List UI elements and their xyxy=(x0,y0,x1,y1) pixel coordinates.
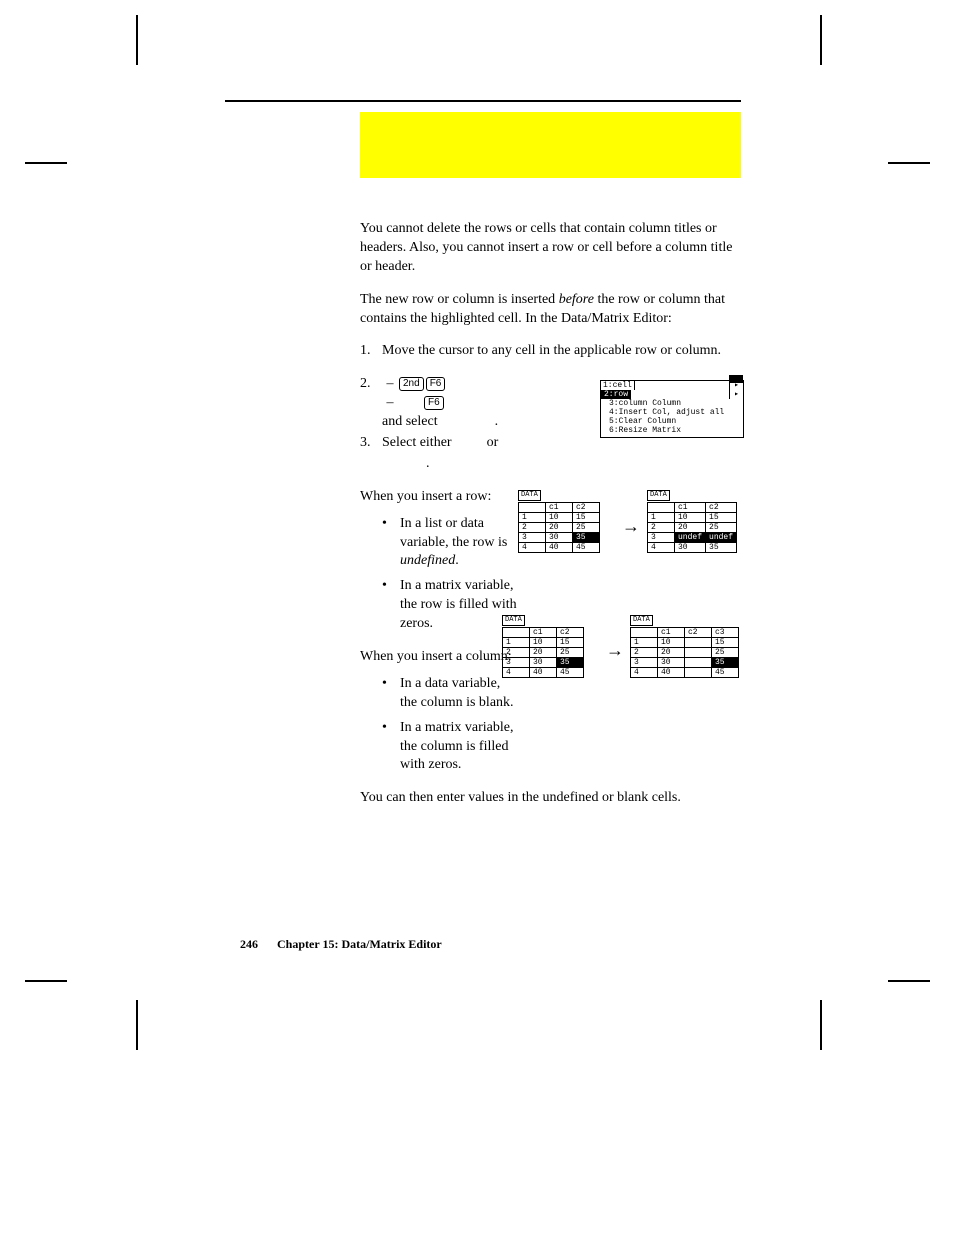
data-label: DATA xyxy=(647,490,670,501)
crop-mark xyxy=(136,15,138,65)
step-number: 3. xyxy=(360,434,382,453)
data-table: c1c2 11015 22025 3undefundef 43035 xyxy=(647,502,737,553)
key-f6: F6 xyxy=(424,396,444,410)
menu-item: 5:Clear Column xyxy=(601,417,743,426)
menu-item: 6:Resize Matrix xyxy=(601,426,743,435)
menu-item: 1:cell xyxy=(601,381,635,390)
period: . xyxy=(495,414,499,429)
data-label: DATA xyxy=(518,490,541,501)
bullet-col-zeros: • In a matrix variable, the column is fi… xyxy=(382,719,517,776)
data-table: c1c2c3 11015 22025 33035 44045 xyxy=(630,627,739,678)
page-footer: 246 Chapter 15: Data/Matrix Editor xyxy=(240,937,442,952)
bullet-icon: • xyxy=(382,675,400,713)
arrow-icon: → xyxy=(606,640,624,661)
insert-intro-a: The new row or column is inserted xyxy=(360,292,559,307)
arrow-icon: → xyxy=(622,516,640,537)
page-number: 246 xyxy=(240,937,258,951)
data-table: c1c2 11015 22025 33035 44045 xyxy=(518,502,600,553)
intro-note: You cannot delete the rows or cells that… xyxy=(360,220,742,277)
data-screenshot-after-row: DATA c1c2 11015 22025 3undefundef 43035 xyxy=(647,490,737,553)
bullet-row-undef: • In a list or data variable, the row is… xyxy=(382,515,532,572)
menu-item: 4:Insert Col, adjust all xyxy=(601,408,743,417)
step-text: Move the cursor to any cell in the appli… xyxy=(382,342,742,361)
insert-intro-em: before xyxy=(559,292,594,307)
bullet-icon: • xyxy=(382,515,400,572)
crop-mark xyxy=(888,162,930,164)
chapter-title: Chapter 15: Data/Matrix Editor xyxy=(277,937,442,951)
key-f6: F6 xyxy=(426,377,446,391)
menu-scroll-icon: ▸ xyxy=(729,390,743,399)
crop-mark xyxy=(25,162,67,164)
calc-corner-icon xyxy=(729,375,743,383)
insert-intro: The new row or column is inserted before… xyxy=(360,291,742,329)
dash: – xyxy=(382,394,398,413)
bullet-icon: • xyxy=(382,719,400,776)
row-b1-em: undefined xyxy=(400,553,455,568)
note-banner xyxy=(360,112,741,178)
row-b1-b: . xyxy=(455,553,459,568)
row-b1-a: In a list or data variable, the row is xyxy=(400,516,507,550)
calc-menu-illustration: 1:cell ▸ 2:row ▸ 3:column Column 4:Inser… xyxy=(600,380,744,438)
horizontal-rule xyxy=(225,100,741,102)
key-single: F6 xyxy=(398,394,445,413)
crop-mark xyxy=(820,1000,822,1050)
step-number: 1. xyxy=(360,342,382,361)
step3-end: . xyxy=(426,455,742,474)
key-2nd: 2nd xyxy=(399,377,424,391)
closing: You can then enter values in the undefin… xyxy=(360,789,742,808)
bullet-icon: • xyxy=(382,577,400,634)
crop-mark xyxy=(25,980,67,982)
data-label: DATA xyxy=(502,615,525,626)
bullet-text: In a data variable, the column is blank. xyxy=(400,675,517,713)
step3-period: . xyxy=(426,456,430,471)
step3-or: or xyxy=(487,435,499,450)
menu-item-selected: 2:row xyxy=(601,390,631,399)
menu-item: 3:column Column xyxy=(601,399,743,408)
and-select: and select xyxy=(382,414,438,429)
key-combo: 2ndF6 xyxy=(398,375,446,394)
bullet-text: In a matrix variable, the column is fill… xyxy=(400,719,517,776)
step-1: 1. Move the cursor to any cell in the ap… xyxy=(360,342,742,361)
bullet-col-blank: • In a data variable, the column is blan… xyxy=(382,675,517,713)
dash: – xyxy=(382,375,398,394)
crop-mark xyxy=(820,15,822,65)
data-screenshot-before-col: DATA c1c2 11015 22025 33035 44045 xyxy=(502,615,584,678)
crop-mark xyxy=(888,980,930,982)
data-table: c1c2 11015 22025 33035 44045 xyxy=(502,627,584,678)
crop-mark xyxy=(136,1000,138,1050)
data-screenshot-after-col: DATA c1c2c3 11015 22025 33035 44045 xyxy=(630,615,739,678)
data-screenshot-before-row: DATA c1c2 11015 22025 33035 44045 xyxy=(518,490,600,553)
bullet-text: In a list or data variable, the row is u… xyxy=(400,515,532,572)
step-number: 2. xyxy=(360,375,382,432)
step3-lead: Select either xyxy=(382,435,452,450)
data-label: DATA xyxy=(630,615,653,626)
